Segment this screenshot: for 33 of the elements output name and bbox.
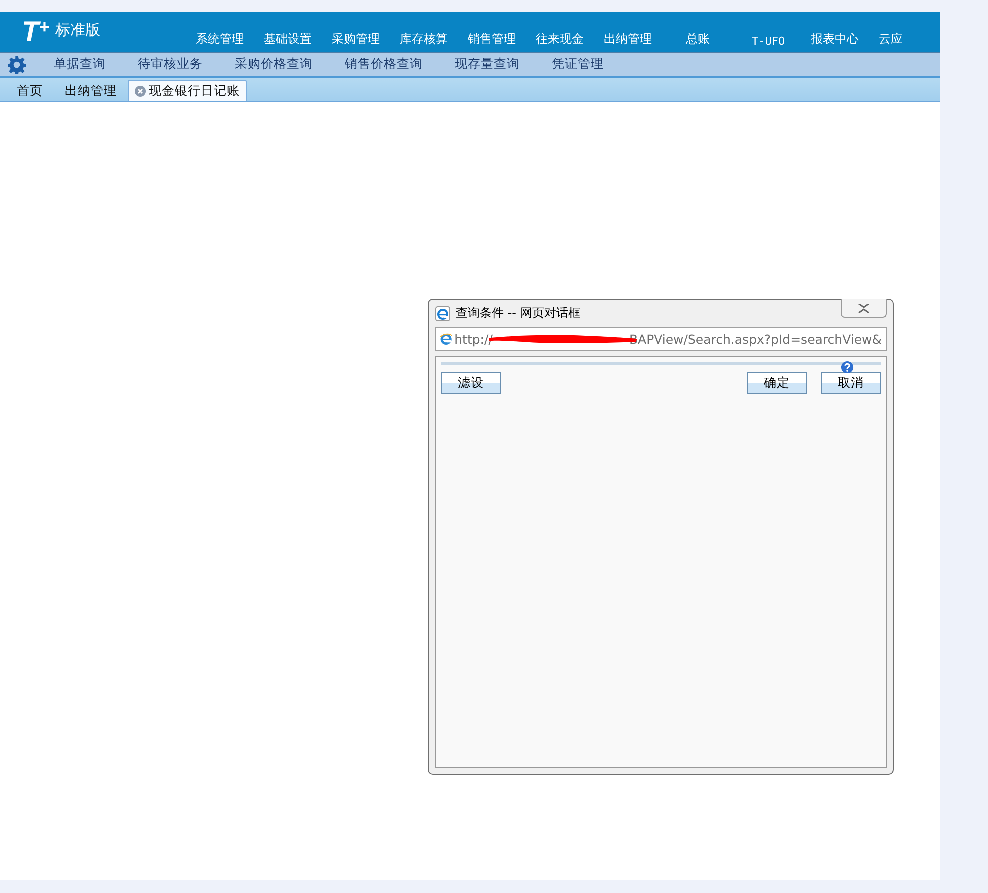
main-menu-item[interactable]: 总账 [662,31,734,48]
edition-label: 标准版 [56,21,101,40]
help-icon[interactable] [841,361,854,374]
quick-link[interactable]: 待审核业务 [122,56,219,73]
main-menu-item[interactable]: 采购管理 [322,31,390,48]
tab[interactable]: 首页 [6,80,54,101]
main-menu-item[interactable]: 往来现金 [526,31,594,48]
browser-icon [435,306,451,322]
close-button[interactable] [841,299,887,318]
close-icon [858,304,870,312]
main-menu-item[interactable]: 系统管理 [186,31,254,48]
main-menu-item[interactable]: 销售管理 [458,31,526,48]
tab[interactable]: 现金银行日记账 [128,80,247,101]
dialog-button[interactable]: 滤设 [441,372,501,394]
quick-link[interactable]: 采购价格查询 [219,56,329,73]
main-menu-item[interactable]: T-UFO [734,35,802,48]
main-menu-item[interactable]: 报表中心 [801,31,870,48]
dialog-title: 查询条件 -- 网页对话框 [456,305,580,322]
quick-link[interactable]: 凭证管理 [536,56,620,73]
main-menu-item[interactable]: 库存核算 [390,31,458,48]
main-menu-item[interactable]: 云应 [869,31,914,48]
close-icon[interactable] [135,86,146,96]
quick-link[interactable]: 现存量查询 [439,56,536,73]
main-menu-item[interactable]: 出纳管理 [594,31,662,48]
address-field[interactable]: http:// BAPView/Search.aspx?pId=searchView& [435,327,887,351]
tab[interactable]: 出纳管理 [54,80,128,101]
main-menu-item[interactable]: 基础设置 [254,31,322,48]
logo-mark: T$^{+}$ [22,15,50,47]
quick-link[interactable]: 销售价格查询 [329,56,439,73]
dialog-button[interactable]: 确定 [747,372,807,394]
settings-icon[interactable] [8,56,26,74]
quick-link[interactable]: 单据查询 [38,56,122,73]
dialog-button[interactable]: 取消 [821,372,881,394]
